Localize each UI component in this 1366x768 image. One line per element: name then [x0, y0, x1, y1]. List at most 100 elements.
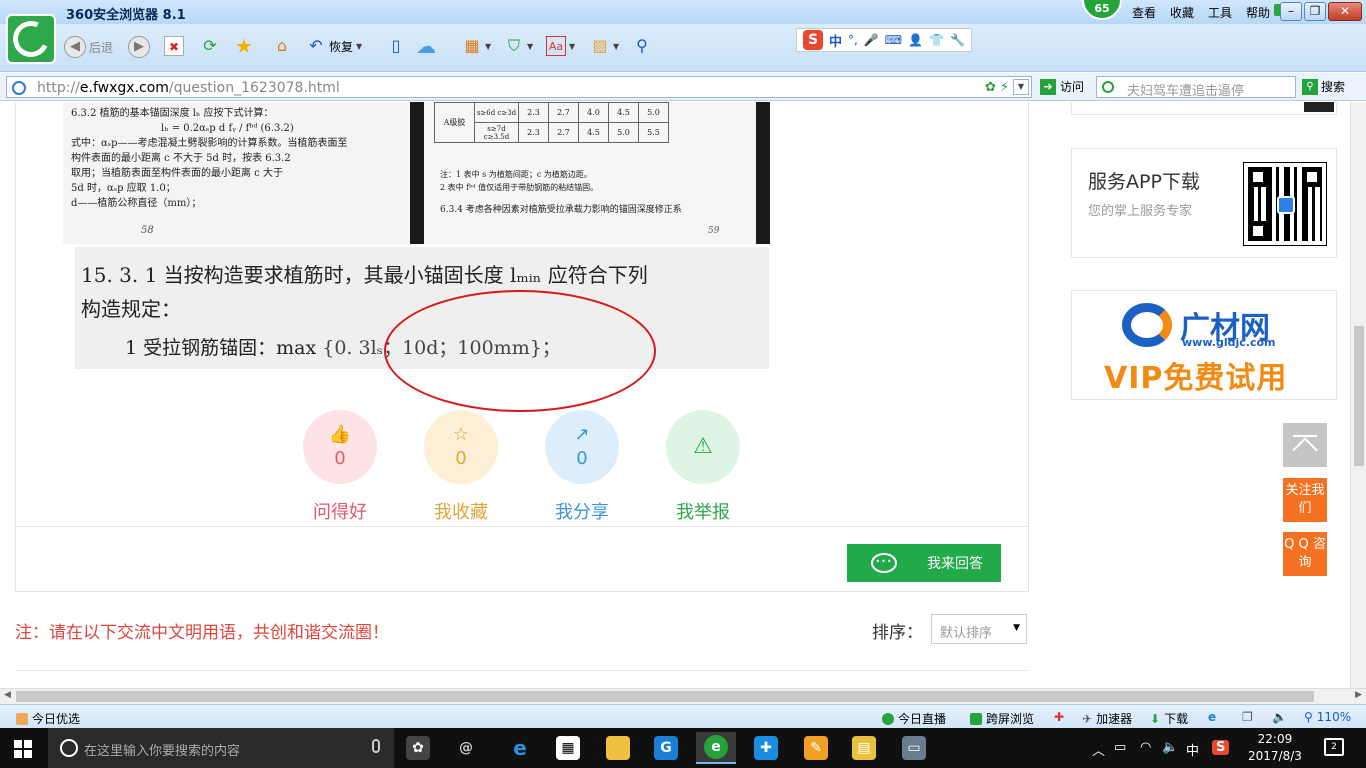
- report-label[interactable]: 我举报: [676, 498, 730, 524]
- share-label[interactable]: 我分享: [555, 498, 609, 524]
- stop-button[interactable]: ✖: [164, 36, 184, 56]
- apps-button[interactable]: ▦ ▼: [462, 36, 491, 56]
- wrench-icon[interactable]: 🔧: [950, 33, 965, 47]
- url-dropdown-icon[interactable]: ▼: [1013, 79, 1029, 95]
- keyboard-icon[interactable]: ⌨: [885, 33, 902, 47]
- close-button[interactable]: ✕: [1328, 2, 1362, 21]
- menu-help[interactable]: 帮助: [1246, 4, 1270, 21]
- plus-icon[interactable]: ✚: [1054, 710, 1064, 724]
- thumbs-up-icon: 👍: [328, 424, 352, 445]
- security-button[interactable]: ⛉ ▼: [504, 36, 533, 56]
- sort-select[interactable]: 默认排序 ▼: [931, 614, 1027, 644]
- like-label[interactable]: 问得好: [313, 498, 367, 524]
- battery-icon[interactable]: ▭: [1114, 740, 1126, 755]
- favorite-action[interactable]: ☆ 0 我收藏: [401, 410, 521, 524]
- translate-button[interactable]: Aa ▼: [546, 36, 575, 56]
- search-button[interactable]: ⚲ 搜索: [1302, 78, 1345, 95]
- share-action[interactable]: ↗ 0 我分享: [522, 410, 642, 524]
- back-button[interactable]: ◀ 后退: [64, 36, 113, 58]
- restore-button[interactable]: ↶ 恢复 ▼: [306, 36, 362, 56]
- horizontal-scrollbar[interactable]: ◀ ▶: [0, 688, 1366, 704]
- lightning-icon[interactable]: ⚡: [1000, 80, 1009, 95]
- tray-expand-icon[interactable]: ︿: [1092, 740, 1105, 759]
- qq-consult-button[interactable]: Q Q 咨询: [1283, 532, 1327, 576]
- scroll-left-icon[interactable]: ◀: [4, 690, 11, 700]
- refresh-button[interactable]: ⟳: [200, 36, 220, 56]
- loading-icon[interactable]: ✿: [985, 80, 996, 95]
- menu-tools[interactable]: 工具: [1208, 4, 1232, 21]
- score-badge[interactable]: 65: [1082, 0, 1122, 20]
- address-bar[interactable]: http://e.fwxgx.com/question_1623078.html…: [6, 76, 1032, 98]
- favorite-label[interactable]: 我收藏: [434, 498, 488, 524]
- ime-lang[interactable]: 中: [829, 31, 842, 50]
- windows-start-icon[interactable]: [14, 740, 32, 758]
- taskbar-app-g[interactable]: G: [646, 732, 686, 764]
- phone-icon: ▯: [391, 36, 401, 55]
- mic-icon[interactable]: [372, 739, 380, 753]
- search-engine-icon[interactable]: [1102, 81, 1114, 93]
- taskbar-search[interactable]: 在这里输入你要搜索的内容: [48, 728, 394, 768]
- app-download-card[interactable]: 服务APP下载 您的掌上服务专家: [1071, 148, 1337, 258]
- menu-view[interactable]: 查看: [1132, 4, 1156, 21]
- menu-favorites[interactable]: 收藏: [1170, 4, 1194, 21]
- volume-icon[interactable]: 🔈: [1162, 740, 1178, 755]
- clock[interactable]: 22:09 2017/8/3: [1248, 731, 1302, 765]
- search-input[interactable]: 夫妇驾车遭追击逼停: [1096, 76, 1296, 99]
- chevron-down-icon: ▼: [1013, 623, 1020, 633]
- follow-us-button[interactable]: 关注我们: [1283, 478, 1327, 522]
- scroll-right-icon[interactable]: ▶: [1355, 690, 1362, 700]
- window-icon[interactable]: ❐: [1242, 710, 1253, 724]
- cortana-icon: [60, 739, 78, 757]
- ie-icon[interactable]: e: [1208, 710, 1216, 724]
- taskbar-store[interactable]: ▦: [548, 732, 588, 764]
- like-action[interactable]: 👍 0 问得好: [280, 410, 400, 524]
- vertical-scrollbar[interactable]: [1350, 102, 1366, 688]
- maximize-button[interactable]: ❐: [1304, 2, 1326, 21]
- home-button[interactable]: ⌂: [272, 36, 292, 56]
- sogou-logo-icon[interactable]: S: [803, 30, 823, 50]
- taskbar-explorer[interactable]: [598, 732, 638, 764]
- cloud-button[interactable]: ☁: [416, 36, 436, 56]
- go-arrow-icon: ➜: [1040, 78, 1056, 95]
- notification-center-icon[interactable]: 2: [1324, 738, 1344, 756]
- taskbar-360-browser[interactable]: e: [696, 732, 736, 764]
- minimize-button[interactable]: –: [1280, 2, 1302, 21]
- mic-icon[interactable]: 🎤: [864, 33, 879, 47]
- chevron-down-icon: ▼: [356, 41, 363, 51]
- user-icon[interactable]: 👤: [908, 33, 923, 47]
- taskbar-clipboard[interactable]: ▤: [844, 732, 884, 764]
- skin-icon[interactable]: 👕: [929, 33, 944, 47]
- taskbar-app-2[interactable]: @: [446, 732, 486, 764]
- taskbar-edge[interactable]: e: [500, 732, 540, 764]
- back-to-top-button[interactable]: [1283, 423, 1327, 467]
- accelerator[interactable]: ✈ 加速器: [1082, 710, 1132, 727]
- taskbar-notes[interactable]: ✎: [796, 732, 836, 764]
- url-text[interactable]: http://e.fwxgx.com/question_1623078.html: [37, 80, 340, 96]
- zoom-level[interactable]: ⚲ 110%: [1304, 710, 1351, 724]
- ime-indicator[interactable]: 中: [1186, 740, 1199, 759]
- answer-button[interactable]: ••• 我来回答: [847, 544, 1001, 582]
- visit-button[interactable]: ➜ 访问: [1040, 78, 1084, 95]
- text-icon: Aa: [546, 36, 566, 56]
- taskbar-app-plus[interactable]: ✚: [746, 732, 786, 764]
- sogou-tray-icon[interactable]: S: [1212, 740, 1230, 755]
- downloads[interactable]: ⬇ 下载: [1150, 710, 1188, 727]
- app-download-title[interactable]: 服务APP下载: [1088, 167, 1200, 194]
- taskbar-monitor[interactable]: ▭: [894, 732, 934, 764]
- address-row: http://e.fwxgx.com/question_1623078.html…: [0, 73, 1366, 101]
- find-button[interactable]: ⚲: [632, 36, 652, 56]
- favorite-button[interactable]: ★: [234, 36, 254, 56]
- report-action[interactable]: ⚠ 我举报: [643, 410, 763, 524]
- forward-button[interactable]: ▶: [128, 36, 150, 58]
- volume-icon[interactable]: 🔈: [1272, 710, 1287, 724]
- taskbar-app-1[interactable]: ✿: [398, 732, 438, 764]
- browser-logo-icon[interactable]: [6, 14, 56, 64]
- today-live[interactable]: 今日直播: [882, 710, 946, 727]
- today-picks[interactable]: 今日优选: [16, 710, 80, 727]
- phone-button[interactable]: ▯: [386, 36, 406, 56]
- ime-punct[interactable]: °,: [848, 33, 858, 47]
- screenshot-button[interactable]: ▨ ▼: [590, 36, 619, 56]
- cross-screen[interactable]: 跨屏浏览: [970, 710, 1034, 727]
- gldjc-ad[interactable]: 广材网 www.gldjc.com VIP免费试用: [1071, 290, 1337, 400]
- wifi-icon[interactable]: ◠: [1140, 740, 1151, 755]
